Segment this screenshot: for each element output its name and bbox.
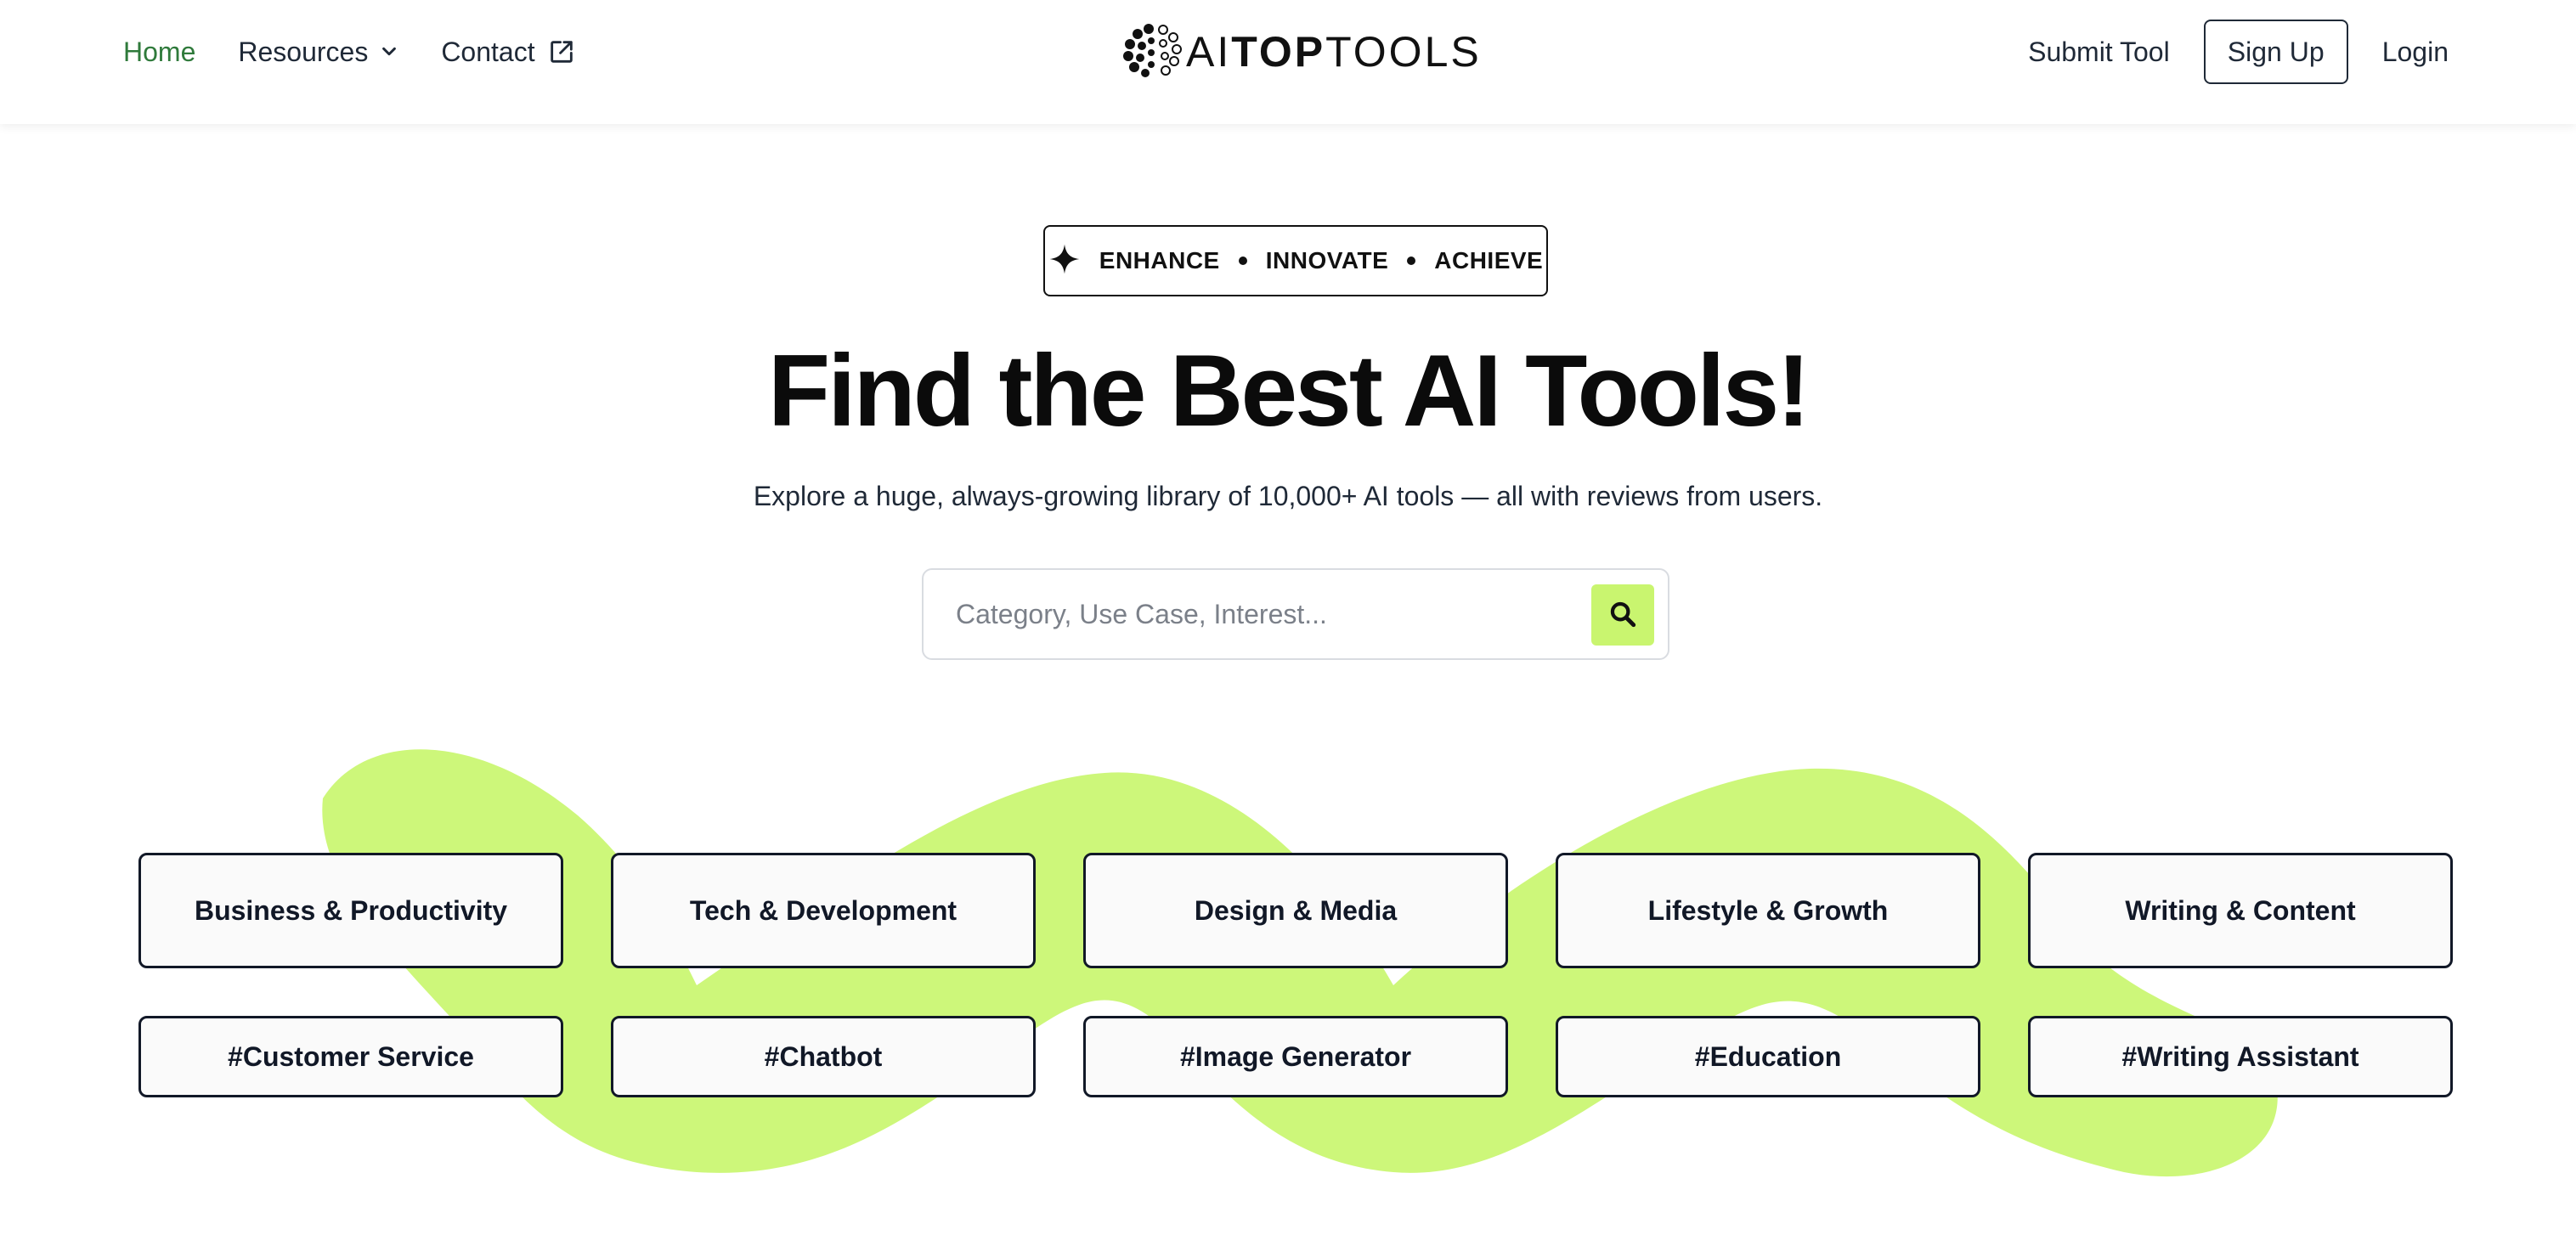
hero-title: Find the Best AI Tools!: [767, 334, 1811, 448]
logo-part-ai: AI: [1186, 28, 1232, 76]
category-lifestyle-growth[interactable]: Lifestyle & Growth: [1556, 853, 1980, 968]
search-icon: [1608, 600, 1637, 631]
logo-part-top: TOP: [1231, 28, 1326, 76]
badge-separator: [1238, 257, 1247, 265]
account-nav: Submit Tool Sign Up Login: [2028, 0, 2449, 104]
category-writing-content[interactable]: Writing & Content: [2028, 853, 2453, 968]
brain-logo-icon: [1123, 22, 1183, 82]
login-link[interactable]: Login: [2382, 37, 2449, 68]
badge-separator: [1407, 257, 1416, 265]
nav-resources-label: Resources: [238, 36, 369, 67]
decorative-wave: [322, 749, 2278, 1177]
nav-resources-dropdown[interactable]: Resources: [238, 37, 398, 68]
badge-word-enhance: ENHANCE: [1099, 247, 1220, 274]
main-nav: Home Resources Contact: [123, 0, 576, 104]
search-input[interactable]: [956, 570, 1568, 658]
external-link-icon: [547, 37, 576, 66]
site-logo[interactable]: AITOPTOOLS: [1123, 22, 1482, 82]
category-tech-development[interactable]: Tech & Development: [611, 853, 1036, 968]
tagline-badge: ENHANCE INNOVATE ACHIEVE: [1043, 225, 1548, 296]
search-bar: [922, 568, 1669, 660]
badge-word-achieve: ACHIEVE: [1434, 247, 1544, 274]
nav-home-link[interactable]: Home: [123, 37, 195, 68]
nav-home-label: Home: [123, 36, 196, 67]
nav-contact-link[interactable]: Contact: [441, 37, 575, 68]
site-header: Home Resources Contact AITOPTOOLS Submit…: [0, 0, 2576, 124]
logo-wordmark: AITOPTOOLS: [1186, 27, 1482, 76]
nav-contact-label: Contact: [441, 36, 535, 67]
tag-customer-service[interactable]: #Customer Service: [138, 1016, 563, 1097]
submit-tool-link[interactable]: Submit Tool: [2028, 37, 2170, 68]
tag-writing-assistant[interactable]: #Writing Assistant: [2028, 1016, 2453, 1097]
badge-word-innovate: INNOVATE: [1265, 247, 1389, 274]
search-button[interactable]: [1591, 584, 1654, 646]
sign-up-button[interactable]: Sign Up: [2203, 20, 2348, 84]
logo-part-tools: TOOLS: [1325, 28, 1482, 76]
hero-subtitle: Explore a huge, always-growing library o…: [753, 481, 1823, 511]
category-business-productivity[interactable]: Business & Productivity: [138, 853, 563, 968]
tag-image-generator[interactable]: #Image Generator: [1083, 1016, 1508, 1097]
sparkle-icon: [1048, 243, 1081, 279]
category-design-media[interactable]: Design & Media: [1083, 853, 1508, 968]
chevron-down-icon: [380, 42, 398, 61]
tag-education[interactable]: #Education: [1556, 1016, 1980, 1097]
tag-chatbot[interactable]: #Chatbot: [611, 1016, 1036, 1097]
